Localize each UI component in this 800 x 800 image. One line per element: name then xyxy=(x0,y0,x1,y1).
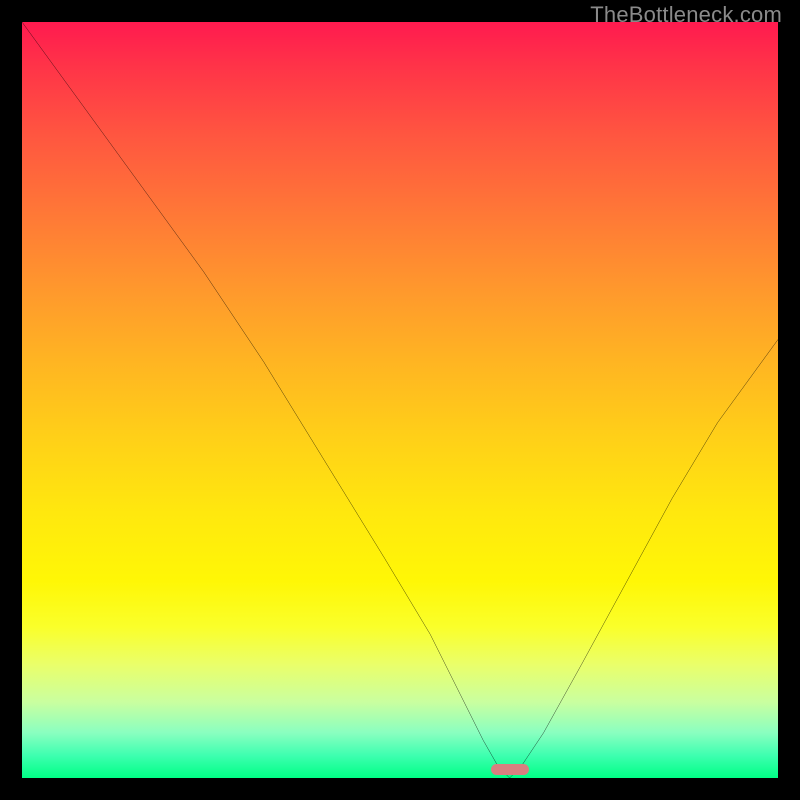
watermark-text: TheBottleneck.com xyxy=(590,2,782,28)
optimal-marker xyxy=(491,764,529,775)
chart-frame: TheBottleneck.com xyxy=(0,0,800,800)
plot-area xyxy=(22,22,778,778)
